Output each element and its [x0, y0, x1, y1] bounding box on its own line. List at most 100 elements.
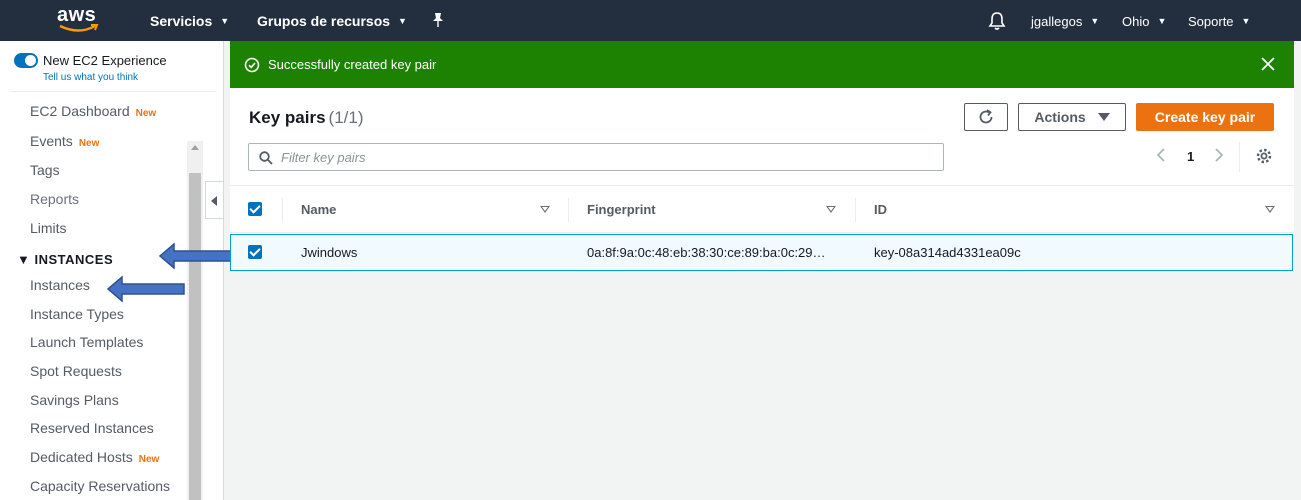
resource-groups-label: Grupos de recursos — [257, 13, 391, 29]
sort-icon[interactable] — [540, 206, 550, 213]
cell-id: key-08a314ad4331ea09c — [874, 245, 1021, 260]
sidebar-item-label: Events — [30, 133, 73, 149]
scroll-thumb[interactable] — [189, 173, 201, 500]
column-header-fingerprint[interactable]: Fingerprint — [587, 202, 656, 217]
scroll-up-arrow-icon[interactable] — [191, 145, 199, 150]
aws-logo-text: aws — [57, 4, 97, 26]
sidebar-item-capacity-reservations[interactable]: Capacity Reservations — [30, 478, 170, 494]
select-all-checkbox[interactable] — [248, 202, 262, 216]
title-count: (1/1) — [328, 108, 364, 127]
success-flash-banner: Successfully created key pair — [230, 41, 1294, 88]
sidebar-item-instances[interactable]: Instances — [30, 277, 90, 293]
row-checkbox[interactable] — [248, 245, 262, 259]
region-menu[interactable]: Ohio ▼ — [1122, 14, 1166, 29]
resource-groups-menu[interactable]: Grupos de recursos ▼ — [257, 13, 407, 29]
support-label: Soporte — [1188, 14, 1234, 29]
sidebar-item-label: Limits — [30, 220, 67, 236]
user-label: jgallegos — [1031, 14, 1083, 29]
chevron-down-icon: ▼ — [398, 16, 407, 26]
actions-dropdown[interactable]: Actions — [1018, 103, 1126, 131]
chevron-down-icon: ▼ — [220, 16, 230, 26]
filter-search-box[interactable] — [248, 143, 944, 171]
sidebar-item-label: Capacity Reservations — [30, 478, 171, 494]
key-pairs-panel: Key pairs(1/1) Actions Create key pair 1… — [230, 88, 1294, 500]
chevron-left-icon[interactable] — [1156, 147, 1166, 163]
caret-down-icon: ▼ — [17, 252, 35, 267]
sort-icon[interactable] — [826, 206, 836, 213]
sidebar-item-limits[interactable]: Limits — [30, 220, 67, 236]
sidebar-item-reserved-instances[interactable]: Reserved Instances — [30, 420, 154, 436]
check-circle-icon — [244, 57, 260, 73]
cell-fingerprint: 0a:8f:9a:0c:48:eb:38:30:ce:89:ba:0c:29… — [587, 245, 826, 260]
chevron-down-icon: ▼ — [1241, 16, 1251, 26]
current-page-number[interactable]: 1 — [1187, 149, 1194, 164]
page-title: Key pairs (1/1) — [249, 108, 364, 128]
gear-icon[interactable] — [1255, 147, 1273, 165]
sidebar-item-events[interactable]: Events New — [30, 133, 99, 149]
new-experience-title: New EC2 Experience — [43, 53, 167, 68]
sidebar-item-dedicated-hosts[interactable]: Dedicated Hosts New — [30, 449, 159, 465]
refresh-button[interactable] — [964, 103, 1008, 131]
sidebar-item-label: Instance Types — [30, 306, 124, 322]
top-navigation-bar: aws Servicios ▼ Grupos de recursos ▼ jgall… — [0, 0, 1301, 41]
support-menu[interactable]: Soporte ▼ — [1188, 14, 1250, 29]
sort-icon[interactable] — [1265, 206, 1275, 213]
column-divider — [568, 198, 569, 222]
refresh-icon — [979, 109, 993, 124]
sidebar-item-label: Reports — [30, 191, 80, 207]
services-label: Servicios — [150, 13, 213, 29]
empty-area — [230, 271, 1294, 500]
new-experience-toggle[interactable] — [14, 53, 38, 68]
title-text: Key pairs — [249, 108, 326, 127]
sidebar-item-label: Instances — [30, 277, 90, 293]
new-badge: New — [138, 454, 160, 465]
cell-name: Jwindows — [301, 245, 358, 260]
sidebar-item-label: Dedicated Hosts — [30, 449, 133, 465]
annotation-arrow-icon — [106, 275, 185, 303]
column-header-name[interactable]: Name — [301, 202, 336, 217]
sidebar-item-spot-requests[interactable]: Spot Requests — [30, 363, 122, 379]
aws-logo[interactable]: aws — [57, 5, 101, 35]
chevron-down-icon: ▼ — [1157, 16, 1167, 26]
sidebar-item-reports[interactable]: Reports — [30, 191, 79, 207]
chevron-down-icon: ▼ — [1090, 16, 1100, 26]
actions-label: Actions — [1034, 109, 1086, 125]
sidebar-item-label: EC2 Dashboard — [30, 103, 130, 119]
column-divider — [855, 198, 856, 222]
annotation-arrow-icon — [158, 242, 237, 270]
feedback-link[interactable]: Tell us what you think — [43, 72, 138, 83]
pin-icon[interactable] — [431, 12, 445, 28]
sidebar-item-savings-plans[interactable]: Savings Plans — [30, 392, 119, 408]
aws-smile-icon — [59, 24, 99, 32]
close-icon[interactable] — [1260, 56, 1276, 72]
sidebar-item-launch-templates[interactable]: Launch Templates — [30, 334, 143, 350]
new-badge: New — [78, 138, 100, 149]
section-label: INSTANCES — [34, 252, 114, 267]
sidebar-item-label: Savings Plans — [30, 392, 119, 408]
column-header-id[interactable]: ID — [874, 202, 887, 217]
table-row[interactable]: Jwindows 0a:8f:9a:0c:48:eb:38:30:ce:89:b… — [230, 234, 1293, 271]
sidebar-item-label: Tags — [30, 162, 60, 178]
sidebar-item-label: Launch Templates — [30, 334, 144, 350]
create-key-pair-button[interactable]: Create key pair — [1136, 103, 1274, 131]
sidebar-item-label: Reserved Instances — [30, 420, 154, 436]
sidebar-item-ec2-dashboard[interactable]: EC2 Dashboard New — [30, 103, 156, 119]
collapse-sidebar-button[interactable] — [205, 181, 223, 219]
chevron-right-icon[interactable] — [1214, 147, 1224, 163]
new-badge: New — [135, 108, 157, 119]
region-label: Ohio — [1122, 14, 1150, 29]
search-input[interactable] — [281, 148, 931, 166]
services-menu[interactable]: Servicios ▼ — [150, 13, 229, 29]
column-divider — [282, 198, 283, 222]
sidebar-item-instance-types[interactable]: Instance Types — [30, 306, 124, 322]
flash-message: Successfully created key pair — [268, 57, 437, 72]
user-menu[interactable]: jgallegos ▼ — [1031, 14, 1099, 29]
sidebar-scrollbar[interactable] — [187, 141, 203, 500]
sidebar-item-tags[interactable]: Tags — [30, 162, 60, 178]
bell-icon[interactable] — [988, 11, 1006, 31]
table-header: Name Fingerprint ID — [230, 185, 1294, 233]
sidebar-item-label: Spot Requests — [30, 363, 122, 379]
divider — [1239, 142, 1240, 172]
search-icon — [259, 151, 273, 165]
sidebar-section-instances[interactable]: ▼ INSTANCES — [17, 252, 113, 267]
